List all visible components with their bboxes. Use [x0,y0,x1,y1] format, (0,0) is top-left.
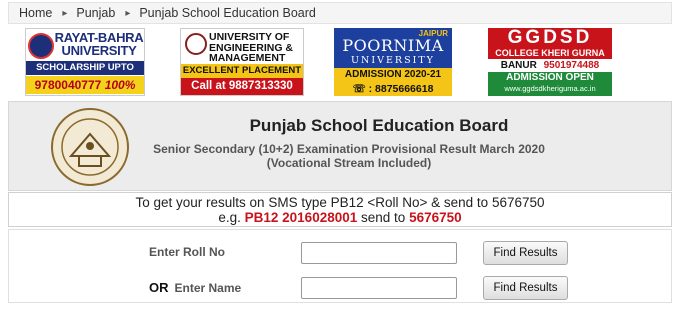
ad-strip: EXCELLENT PLACEMENT [181,64,303,78]
sms-example-send: send to [361,210,406,225]
ad-title: UNIVERSITY OF ENGINEERING & MANAGEMENT [209,31,294,64]
chevron-right-icon: ▸ [62,7,68,19]
university-seal-icon [28,33,54,59]
ad-phone-prefix: BANUR [500,60,537,71]
page-title: Punjab School Education Board [249,116,509,135]
breadcrumb: Home ▸ Punjab ▸ Punjab School Education … [8,2,672,24]
roll-no-input[interactable] [301,242,457,264]
ad-subtitle: UNIVERSITY [351,55,435,66]
chevron-right-icon: ▸ [125,7,131,19]
ad-title: POORNIMA [342,36,444,55]
sms-info-box: To get your results on SMS type PB12 <Ro… [8,192,672,227]
ad-url: www.ggdsdkheriguma.ac.in [504,84,596,93]
ad-rayat-bahra[interactable]: RAYAT-BAHRA UNIVERSITY SCHOLARSHIP UPTO … [25,28,145,96]
ad-offer: 100% [104,78,136,92]
name-input[interactable] [301,277,457,299]
sms-instructions: To get your results on SMS type PB12 <Ro… [135,195,545,210]
breadcrumb-home-link[interactable]: Home [19,6,52,20]
ad-strip: ADMISSION OPEN [506,72,594,83]
ad-title: RAYAT-BAHRA UNIVERSITY [54,30,144,58]
name-label-group: OR Enter Name [149,280,241,295]
ad-phone: ☏ : 8875666618 [334,82,452,96]
ad-phone-number: 9501974488 [543,60,600,71]
ad-strip: SCHOLARSHIP UPTO [26,61,144,75]
name-label: Enter Name [174,281,242,295]
ad-subtitle: COLLEGE KHERI GURNA [488,48,612,59]
sms-example-code: PB12 2016028001 [244,210,358,225]
breadcrumb-punjab-link[interactable]: Punjab [76,6,115,20]
ad-phone: BANUR 9501974488 [488,59,612,72]
find-results-name-button[interactable]: Find Results [483,276,568,300]
find-results-roll-button[interactable]: Find Results [483,241,568,265]
sms-example: e.g. PB12 2016028001 send to 5676750 [9,210,671,225]
uem-logo-icon [185,33,207,55]
result-search-form: Enter Roll No Find Results OR Enter Name … [8,229,672,303]
ad-poornima[interactable]: JAIPUR POORNIMA UNIVERSITY ADMISSION 202… [334,28,452,96]
roll-no-label: Enter Roll No [149,245,226,259]
ad-phone: 9780040777 100% [26,76,144,94]
ad-ggdsd[interactable]: GGDSD COLLEGE KHERI GURNA BANUR 95019744… [488,28,612,96]
sms-example-number: 5676750 [409,210,462,225]
breadcrumb-current: Punjab School Education Board [139,6,316,20]
ad-phone-number: 9780040777 [34,78,102,92]
stream-note: (Vocational Stream Included) [266,156,432,170]
or-label: OR [149,280,169,295]
board-header: Punjab School Education Board Senior Sec… [8,101,672,191]
banner-ads: RAYAT-BAHRA UNIVERSITY SCHOLARSHIP UPTO … [8,28,672,98]
sms-example-prefix: e.g. [218,210,241,225]
ad-strip: ADMISSION 2020-21 [334,68,452,82]
ad-title: GGDSD [488,28,612,48]
ad-uem[interactable]: UNIVERSITY OF ENGINEERING & MANAGEMENT E… [180,28,304,96]
exam-subtitle: Senior Secondary (10+2) Examination Prov… [153,142,545,156]
ad-phone: Call at 9887313330 [181,78,303,95]
